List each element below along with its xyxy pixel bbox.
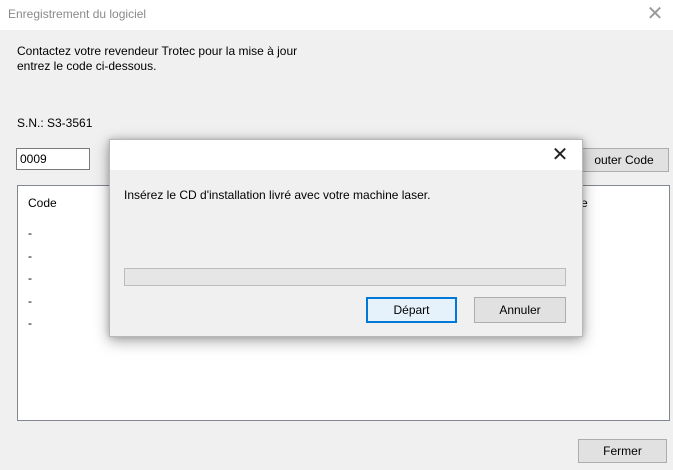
dialog-titlebar: ✕ bbox=[110, 140, 582, 170]
close-icon[interactable]: ✕ bbox=[645, 3, 665, 25]
progress-bar bbox=[124, 268, 566, 286]
instructions: Contactez votre revendeur Trotec pour la… bbox=[17, 44, 297, 74]
window-titlebar: Enregistrement du logiciel ✕ bbox=[0, 0, 673, 30]
start-button[interactable]: Départ bbox=[366, 297, 457, 323]
install-cd-dialog: ✕ Insérez le CD d'installation livré ave… bbox=[109, 139, 583, 337]
close-icon[interactable]: ✕ bbox=[550, 143, 570, 167]
dialog-message: Insérez le CD d'installation livré avec … bbox=[124, 188, 431, 202]
list-item[interactable]: - bbox=[28, 222, 32, 245]
list-header-code: Code bbox=[28, 196, 57, 210]
list-item[interactable]: - bbox=[28, 245, 32, 268]
list-item[interactable]: - bbox=[28, 312, 32, 335]
instruction-line-1: Contactez votre revendeur Trotec pour la… bbox=[17, 44, 298, 58]
instruction-line-2: entrez le code ci-dessous. bbox=[17, 59, 157, 73]
list-rows: - - - - - bbox=[28, 222, 32, 335]
add-code-button-label: outer Code bbox=[594, 153, 654, 167]
list-item[interactable]: - bbox=[28, 267, 32, 290]
list-item[interactable]: - bbox=[28, 290, 32, 313]
cancel-button[interactable]: Annuler bbox=[474, 297, 566, 323]
serial-number-label: S.N.: S3-3561 bbox=[17, 116, 93, 130]
close-button[interactable]: Fermer bbox=[578, 439, 667, 463]
code-input[interactable] bbox=[16, 148, 90, 170]
window-title: Enregistrement du logiciel bbox=[8, 7, 147, 21]
